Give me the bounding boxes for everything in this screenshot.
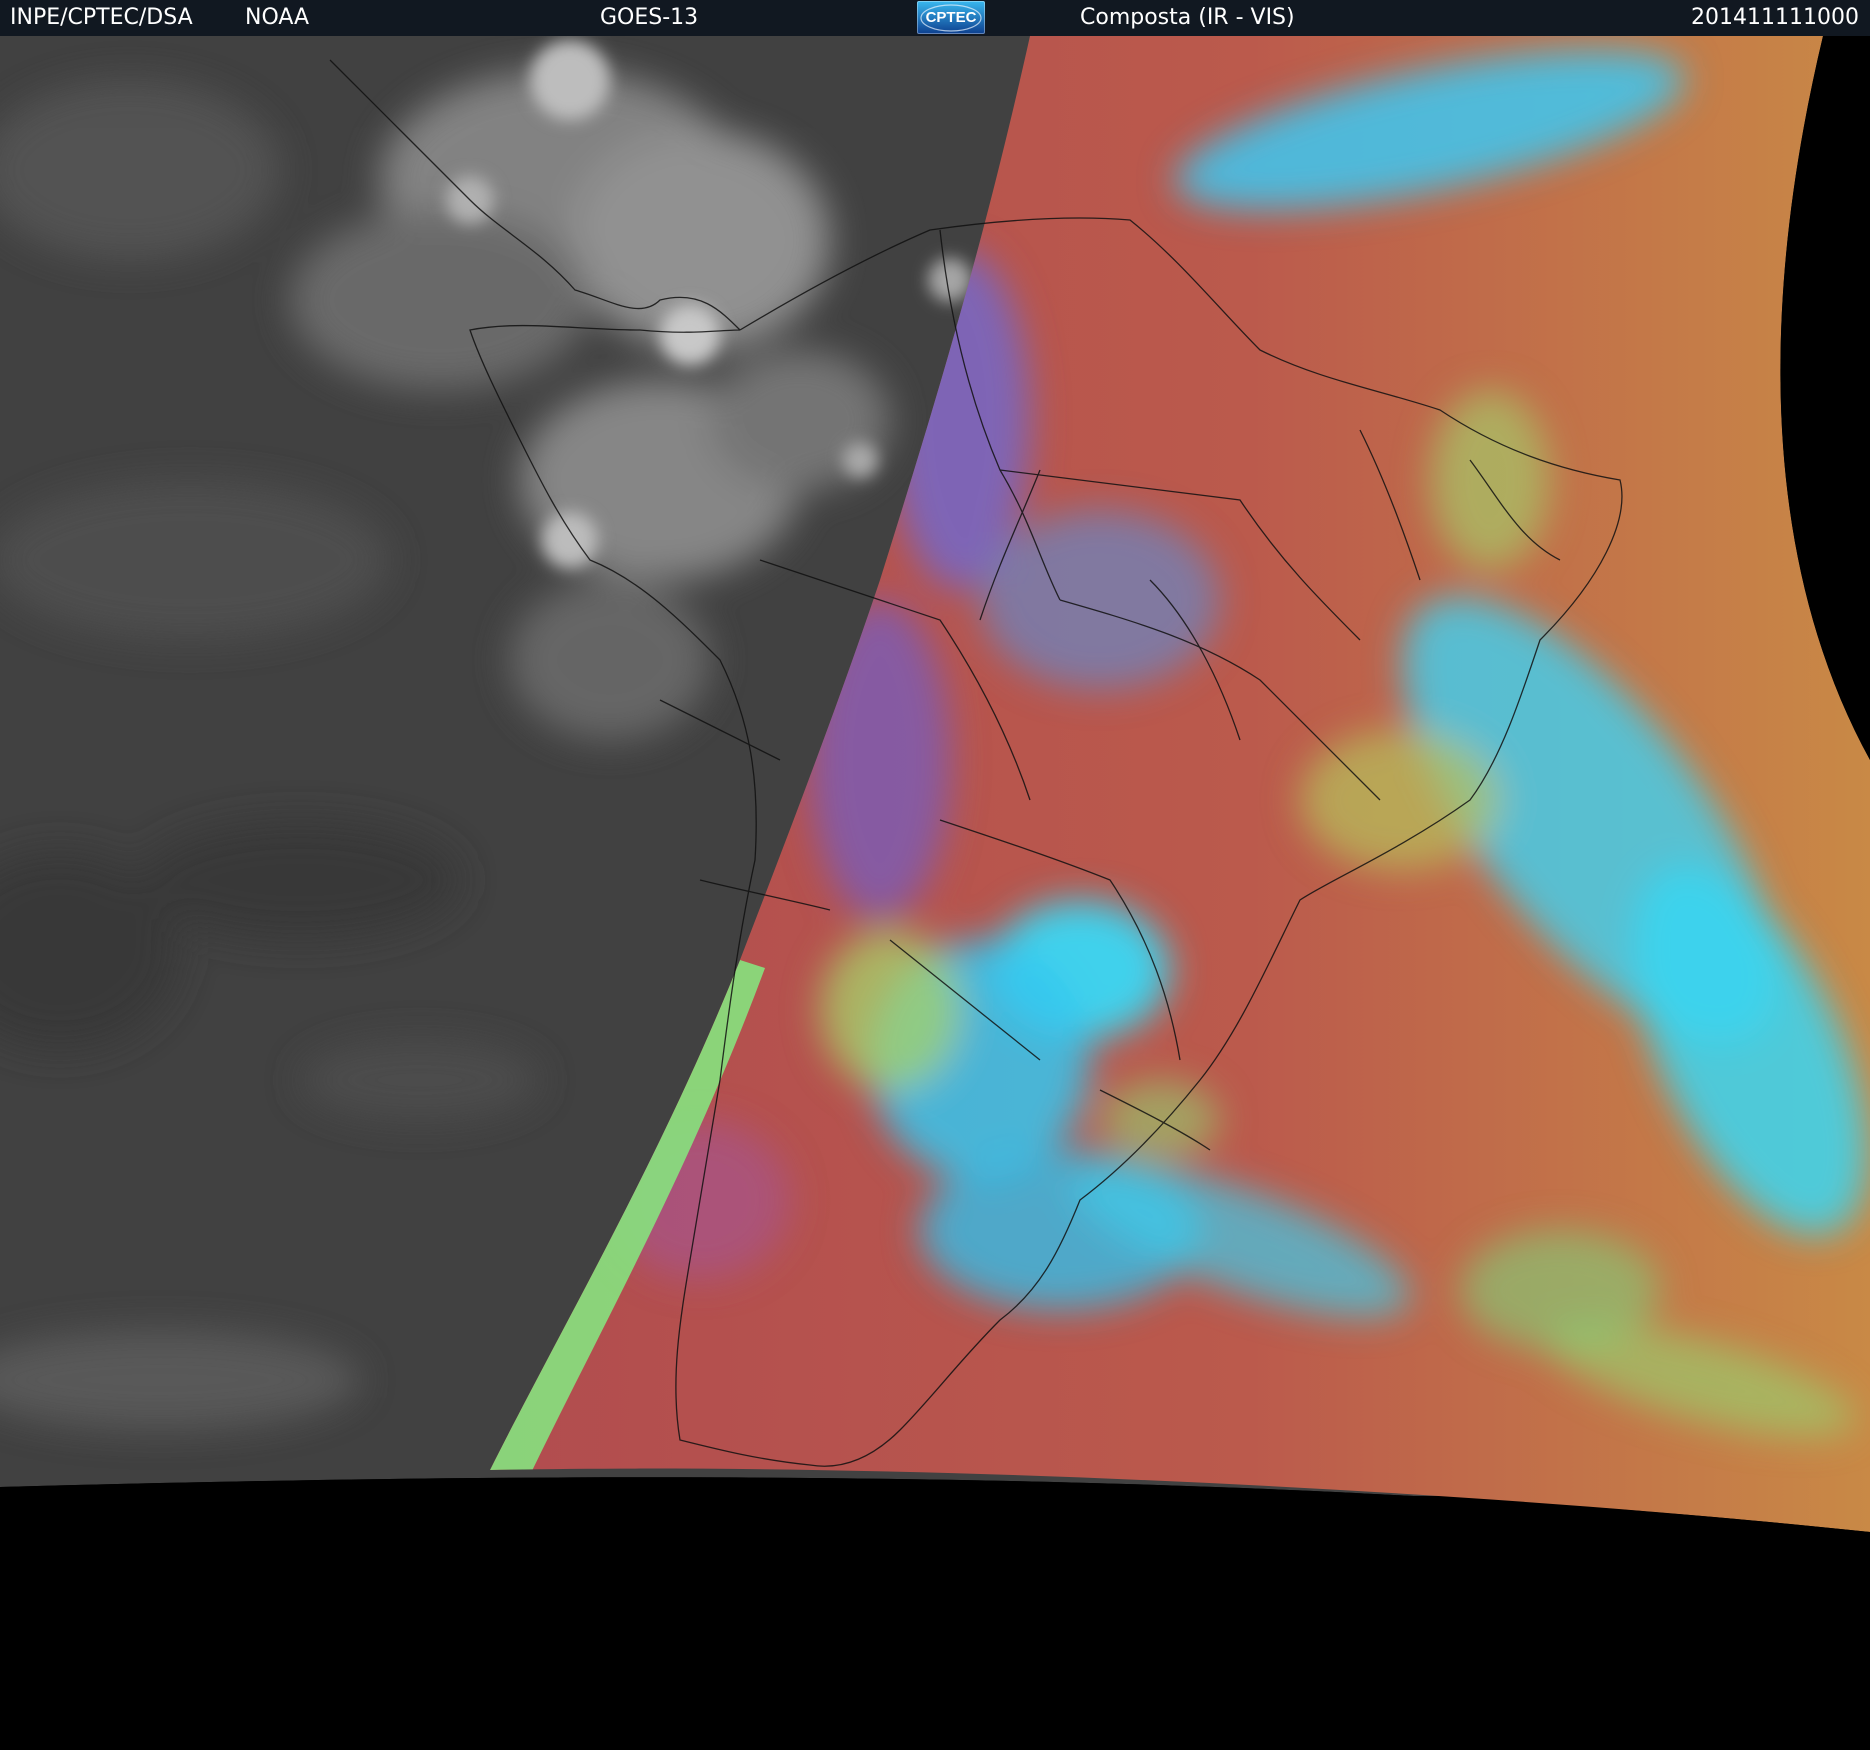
space-background — [0, 1477, 1870, 1750]
cptec-logo: CPTEC — [917, 1, 985, 34]
satellite-map — [0, 36, 1870, 1750]
product-label: Composta (IR - VIS) — [1080, 5, 1295, 30]
logo-text: CPTEC — [926, 9, 977, 26]
partner-label: NOAA — [245, 5, 310, 30]
image-header-bar: INPE/CPTEC/DSA NOAA GOES-13 CPTEC Compos… — [0, 0, 1870, 36]
agency-label: INPE/CPTEC/DSA — [10, 5, 193, 30]
satellite-label: GOES-13 — [600, 5, 699, 30]
satellite-image-page: INPE/CPTEC/DSA NOAA GOES-13 CPTEC Compos… — [0, 0, 1870, 1750]
timestamp-label: 201411111000 — [1691, 5, 1859, 30]
